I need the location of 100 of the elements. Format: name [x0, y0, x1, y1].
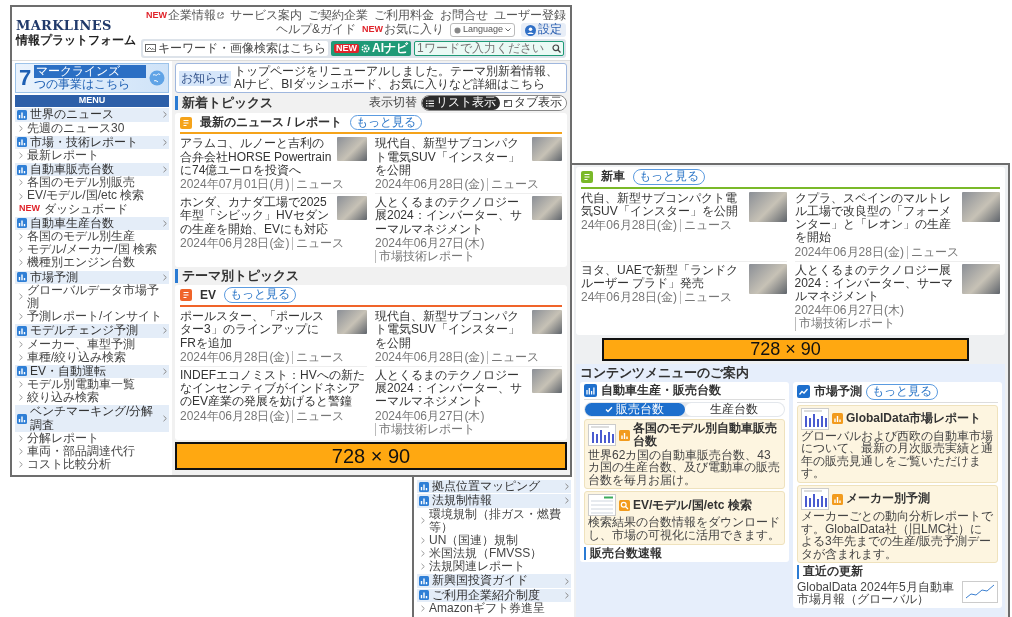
menu-link[interactable]: モデル別電動車一覧 [15, 378, 169, 392]
notice-link[interactable]: トップページをリニューアルしました。テーマ別新着情報、AIナビ、BIダッシュボード、お気に入りなど詳細はこちら [234, 65, 563, 92]
bar-chart-icon [17, 366, 27, 377]
article-title[interactable]: 代自、新型サブコンパクト電気SUV「インスター」を公開 [581, 191, 787, 219]
account-button[interactable]: 設定 [521, 23, 566, 37]
menu-link[interactable]: メーカー、車型予測 [15, 337, 169, 351]
subsection-heading: 販売台数速報 [584, 546, 785, 560]
menu-category[interactable]: 新興国投資ガイド [417, 574, 571, 588]
article-category: ニュース [487, 350, 540, 364]
menu-link[interactable]: NEW ダッシュボード [15, 202, 169, 216]
notice-tag: お知らせ [179, 70, 231, 86]
view-switch-label: 表示切替 [369, 96, 417, 110]
bar-chart-icon [619, 429, 630, 441]
article-title[interactable]: ホンダ、カナダ工場で2025年型「シビック」HVセダンの生産を開始、EVにも対応 [180, 196, 367, 236]
update-link[interactable]: GlobalData 2024年5月自動車市場月報（グローバル） [797, 580, 998, 606]
menu-link[interactable]: 車種/絞り込み検索 [15, 350, 169, 364]
top-link[interactable]: お問合せ [440, 9, 488, 23]
article-title[interactable]: ヨタ、UAEで新型「ランドクルーザー プラド」発売 [581, 263, 787, 291]
article-date: 24年06月28日(金) [581, 219, 678, 233]
ai-navi-button[interactable]: NEW AIナビ [331, 40, 411, 57]
menu-link[interactable]: 車両・部品調達代行 [15, 445, 169, 459]
menu-category[interactable]: モデルチェンジ予測 [15, 324, 169, 338]
more-button[interactable]: もっと見る [224, 287, 296, 304]
logo-subtitle: 情報プラットフォーム [16, 34, 136, 48]
bar-chart-icon [17, 137, 27, 148]
menu-link[interactable]: グローバルデータ市場予測 [15, 283, 169, 311]
menu-category[interactable]: 自動車生産台数 [15, 216, 169, 230]
search-field[interactable]: 1ワードで入力ください [414, 40, 564, 57]
article-title[interactable]: 人とくるまのテクノロジー展2024：インバーター、サーマルマネジメント [375, 196, 562, 236]
more-button[interactable]: もっと見る [633, 169, 705, 185]
menu-link[interactable]: 最新レポート [15, 148, 169, 163]
article-title[interactable]: INDEFエコノミスト：HVへの新たなインセンティブがインドネシアのEV産業の発展を妨げると警鐘 [180, 368, 367, 409]
article-title[interactable]: ポールスター、「ポールスター3」のラインアップにFRを追加 [180, 310, 367, 350]
feature-item[interactable]: GlobalData市場レポート グローバルおよび西欧の自動車市場について、最新の月次販売実績と通年の販売見通しをご覧いただけます。 [797, 404, 998, 484]
article-date: 24年06月28日(金) [581, 291, 678, 305]
article-title[interactable]: アラムコ、ルノーと吉利の合弁会社HORSE Powertrainに74億ユーロを投資へ [180, 137, 367, 177]
search-icon[interactable] [552, 43, 561, 53]
menu-link[interactable]: 各国のモデル別生産 [15, 230, 169, 244]
chevron-icon [163, 138, 167, 146]
article-category: ニュース [487, 178, 540, 192]
menu-link[interactable]: 絞り込み検索 [15, 391, 169, 405]
article-date: 2024年06月28日(金) [375, 350, 485, 364]
gear-icon [361, 43, 370, 53]
feature-item[interactable]: 各国のモデル別自動車販売台数 世界62カ国の自動車販売台数、43カ国の生産台数、及び電動車の販売台数を毎月お届け。 [584, 419, 785, 490]
menu-category[interactable]: 世界のニュース [15, 108, 169, 122]
menu-link[interactable]: 米国法規（FMVSS） [417, 547, 571, 561]
menu-category[interactable]: 法規制情報 [417, 494, 571, 508]
top-link[interactable]: ヘルプ&ガイド [275, 23, 356, 37]
article-date: 2024年06月27日(木) [794, 304, 904, 318]
menu-link[interactable]: UN（国連）規制 [417, 533, 571, 548]
menu-category[interactable]: ベンチマーキング/分解調査 [15, 405, 169, 432]
chevron-icon [163, 166, 167, 174]
menu-link[interactable]: 法規関連レポート [417, 560, 571, 574]
menu-link-label: 車両・部品調達代行 [27, 445, 135, 458]
menu-link-label: 法規関連レポート [429, 560, 525, 574]
more-button[interactable]: もっと見る [350, 114, 422, 131]
menu-link-label: メーカー、車型予測 [27, 337, 135, 351]
menu-link[interactable]: 先週のニュース30 [15, 121, 169, 135]
top-link[interactable]: NEW企業情報 [146, 9, 224, 23]
segment-option[interactable]: 生産台数 [684, 403, 784, 417]
menu-category[interactable]: 拠点位置マッピング [417, 480, 571, 494]
menu-link[interactable]: 分解レポート [15, 431, 169, 445]
article-title[interactable]: 現代自、新型サブコンパクト電気SUV「インスター」を公開 [375, 137, 562, 177]
menu-link[interactable]: モデル/メーカー/国 検索 [15, 243, 169, 257]
chevron-icon [163, 111, 167, 119]
feature-description: 世界62カ国の自動車販売台数、43カ国の生産台数、及び電動車の販売台数を毎月お届け。 [588, 448, 781, 487]
article-title[interactable]: クプラ、スペインのマルトレル工場で改良型の「フォーメンター」と「レオン」の生産を開始 [794, 191, 1000, 245]
article-date: 2024年06月28日(金) [794, 245, 904, 259]
article-title[interactable]: 人とくるまのテクノロジー展2024：インバーター、サーマルマネジメント [794, 263, 1000, 304]
document-icon [180, 289, 192, 302]
menu-header: MENU [15, 95, 169, 108]
segment-option[interactable]: 販売台数 [585, 403, 685, 417]
menu-category[interactable]: 市場予測 [15, 270, 169, 284]
top-link[interactable]: サービス案内 [230, 9, 302, 23]
menu-category[interactable]: EV・自動運転 [15, 364, 169, 379]
image-search-button[interactable]: キーワード・画像検索はこちら [143, 40, 328, 57]
top-link[interactable]: ご契約企業 [308, 9, 368, 23]
top-link[interactable]: NEW お気に入り [361, 23, 444, 37]
more-button[interactable]: もっと見る [866, 383, 938, 400]
language-dropdown[interactable]: Language [449, 23, 515, 37]
menu-category[interactable]: 市場・技術レポート [15, 135, 169, 149]
feature-item[interactable]: メーカー別予測 メーカーごとの動向分析レポートです。GlobalData社（旧LMC社）による3年先までの生産/販売予測データが含まれます。 [797, 485, 998, 564]
banner-tag: マークラインズ [34, 65, 146, 79]
menu-link[interactable]: EV/モデル/国/etc 検索 [15, 189, 169, 203]
menu-category[interactable]: ご利用企業紹介制度 [417, 588, 571, 602]
bar-chart-icon [832, 413, 843, 425]
top-link[interactable]: ユーザー登録 [494, 9, 566, 23]
menu-link[interactable]: Amazonギフト券進呈 [417, 601, 571, 615]
menu-link[interactable]: コスト比較分析 [15, 458, 169, 472]
article-category: ニュース [680, 219, 733, 233]
view-option[interactable]: リスト表示 [422, 96, 500, 110]
menu-link[interactable]: 各国のモデル別販売 [15, 176, 169, 190]
chevron-icon [421, 604, 425, 612]
bar-chart-icon [419, 495, 429, 506]
article-title[interactable]: 現代自、新型サブコンパクト電気SUV「インスター」を公開 [375, 310, 562, 350]
top-link[interactable]: ご利用料金 [374, 9, 434, 23]
feature-item[interactable]: EV/モデル/国/etc 検索 検索結果の台数情報をダウンロードし、市場の可視化に活用できます。 [584, 491, 785, 545]
article-title[interactable]: 人とくるまのテクノロジー展2024：インバーター、サーマルマネジメント [375, 368, 562, 409]
menu-link[interactable]: 機種別エンジン台数 [15, 256, 169, 270]
menu-category[interactable]: 自動車販売台数 [15, 163, 169, 177]
